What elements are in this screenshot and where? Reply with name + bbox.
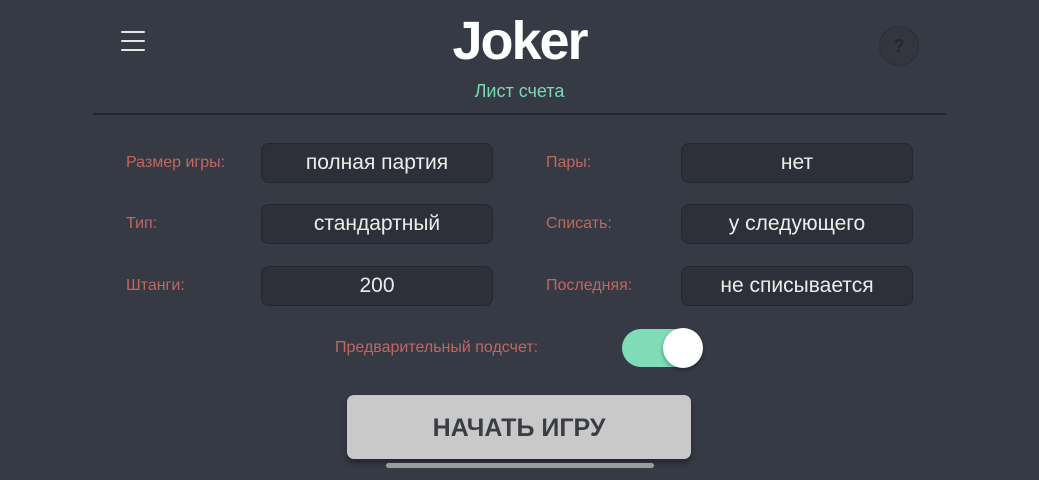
start-game-button[interactable]: НАЧАТЬ ИГРУ (347, 395, 691, 459)
penalty-select[interactable]: 200 (261, 266, 493, 306)
pairs-select[interactable]: нет (681, 143, 913, 183)
penalty-label: Штанги: (126, 277, 185, 294)
pairs-label: Пары: (546, 154, 592, 171)
home-indicator (386, 463, 654, 468)
write-off-label: Списать: (546, 215, 612, 232)
game-size-select[interactable]: полная партия (261, 143, 493, 183)
game-size-label: Размер игры: (126, 154, 226, 171)
page-subtitle: Лист счета (474, 81, 565, 101)
preliminary-count-label: Предварительный подсчет: (335, 339, 539, 356)
toggle-knob (663, 328, 703, 368)
write-off-select[interactable]: у следующего (681, 204, 913, 244)
help-icon-button[interactable]: ? (879, 26, 919, 66)
header-divider (93, 113, 946, 115)
last-select[interactable]: не списывается (681, 266, 913, 306)
preliminary-count-toggle[interactable] (622, 328, 704, 368)
type-select[interactable]: стандартный (261, 204, 493, 244)
last-label: Последняя: (546, 277, 633, 294)
type-label: Тип: (126, 215, 158, 232)
